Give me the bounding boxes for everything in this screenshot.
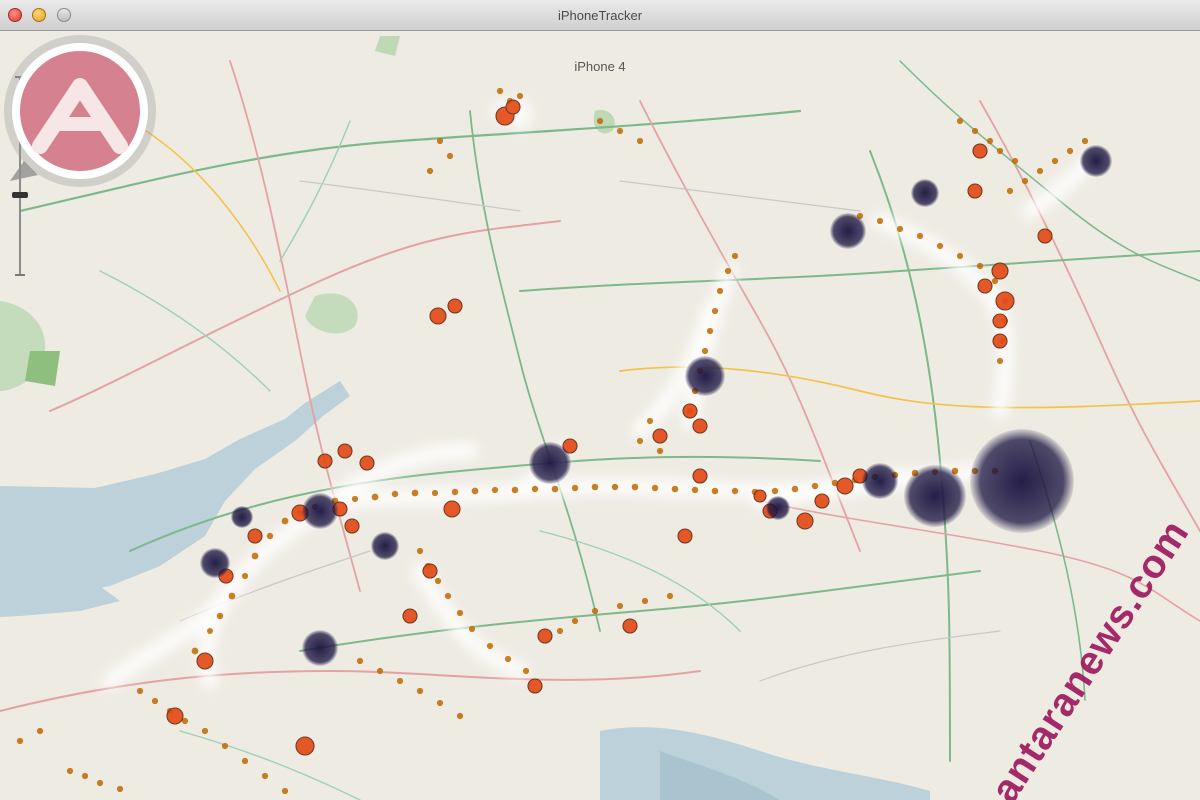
app-window: iPhoneTracker iPhone 4 www.antaranews.co… xyxy=(0,0,1200,800)
zoom-slider-bottom-cap xyxy=(15,274,25,276)
route-glow xyxy=(102,98,1098,689)
device-label: iPhone 4 xyxy=(574,59,626,74)
location-map[interactable]: iPhone 4 www.antaranews.com xyxy=(0,31,1200,800)
window-titlebar: iPhoneTracker xyxy=(0,0,1200,31)
window-title: iPhoneTracker xyxy=(557,8,643,23)
watermark-logo-icon xyxy=(4,35,156,187)
zoom-slider-thumb[interactable] xyxy=(12,192,28,198)
